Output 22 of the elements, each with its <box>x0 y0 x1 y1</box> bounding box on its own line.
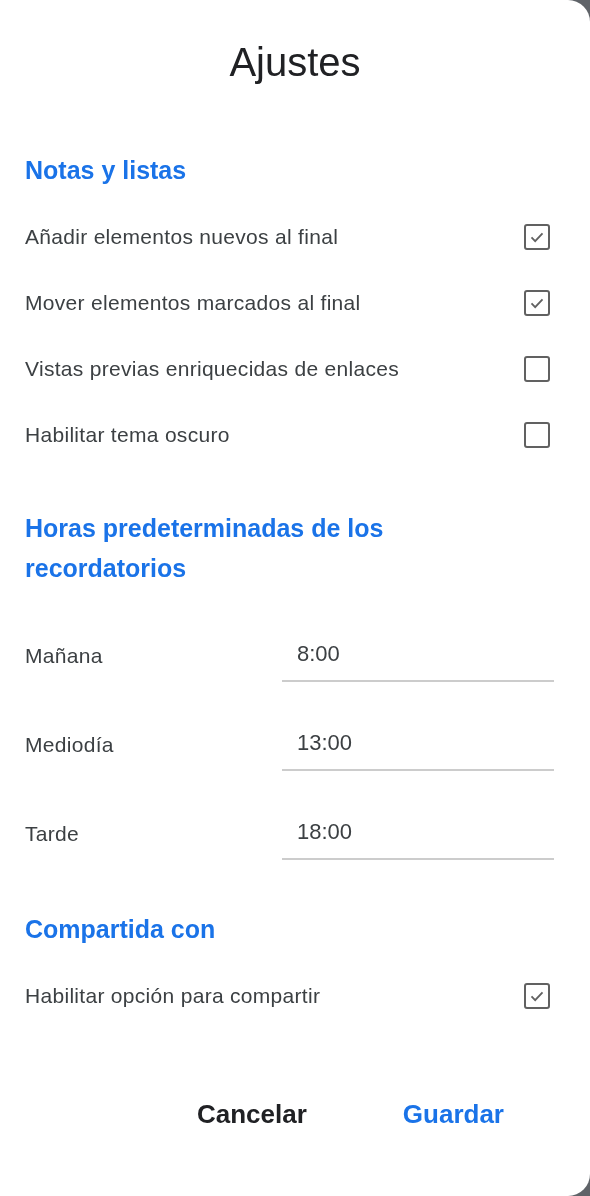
setting-label: Vistas previas enriquecidas de enlaces <box>25 357 400 381</box>
checkbox[interactable] <box>524 422 550 448</box>
section-heading: Compartida con <box>25 914 217 945</box>
checkbox[interactable] <box>524 983 550 1009</box>
section-heading: Notas y listas <box>25 155 188 186</box>
setting-label: Habilitar opción para compartir <box>25 984 321 1008</box>
checkbox[interactable] <box>524 290 550 316</box>
cancel-button[interactable]: Cancelar <box>197 1093 307 1136</box>
setting-label: Habilitar tema oscuro <box>25 423 230 447</box>
time-field[interactable]: 13:00 <box>282 717 554 771</box>
setting-label: Mover elementos marcados al final <box>25 291 361 315</box>
setting-label: Añadir elementos nuevos al final <box>25 225 339 249</box>
time-field[interactable]: 18:00 <box>282 806 554 860</box>
time-field[interactable]: 8:00 <box>282 628 554 682</box>
section-heading: Horas predeterminadas de los recordatorios <box>25 513 385 584</box>
time-label: Tarde <box>25 822 80 846</box>
time-label: Mañana <box>25 644 103 668</box>
dialog-title: Ajustes <box>228 39 362 86</box>
checkbox[interactable] <box>524 224 550 250</box>
time-label: Mediodía <box>25 733 114 757</box>
save-button[interactable]: Guardar <box>402 1093 504 1136</box>
checkbox[interactable] <box>524 356 550 382</box>
